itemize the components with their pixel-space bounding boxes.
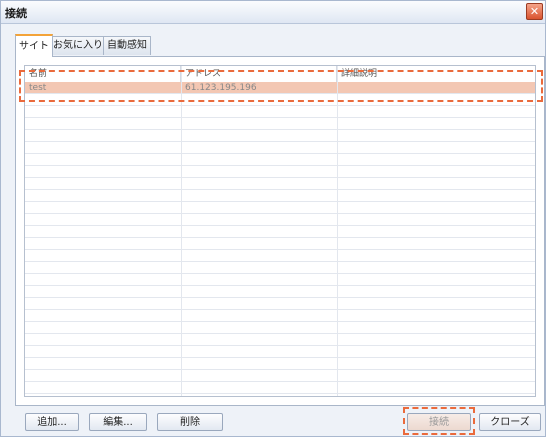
- title-bar: 接続 ✕: [1, 1, 545, 24]
- empty-row: [25, 238, 535, 250]
- tab-favorites[interactable]: お気に入り: [52, 36, 104, 55]
- empty-row: [25, 262, 535, 274]
- table-row[interactable]: test 61.123.195.196: [25, 82, 535, 94]
- edit-button[interactable]: 編集...: [89, 413, 147, 431]
- row-address: 61.123.195.196: [185, 83, 257, 93]
- empty-row: [25, 346, 535, 358]
- empty-row: [25, 286, 535, 298]
- column-divider: [181, 66, 182, 396]
- empty-row: [25, 226, 535, 238]
- column-header-name[interactable]: 名前: [25, 66, 181, 82]
- window-title: 接続: [5, 7, 27, 20]
- tab-auto-detect[interactable]: 自動感知: [103, 36, 151, 55]
- add-button[interactable]: 追加...: [25, 413, 79, 431]
- close-button[interactable]: クローズ: [479, 413, 541, 431]
- empty-row: [25, 130, 535, 142]
- empty-row: [25, 190, 535, 202]
- row-description: [337, 82, 535, 94]
- empty-row: [25, 166, 535, 178]
- tab-site[interactable]: サイト: [15, 34, 53, 57]
- empty-row: [25, 382, 535, 394]
- empty-row: [25, 106, 535, 118]
- empty-row: [25, 322, 535, 334]
- tab-panel: 名前 アドレス 詳細説明 test 61.123.195.196: [15, 56, 545, 406]
- row-name: test: [29, 83, 47, 93]
- empty-row: [25, 142, 535, 154]
- empty-row: [25, 178, 535, 190]
- empty-row: [25, 250, 535, 262]
- close-icon[interactable]: ✕: [526, 3, 543, 20]
- connect-button[interactable]: 接続: [407, 413, 471, 431]
- column-divider: [337, 66, 338, 396]
- empty-row: [25, 334, 535, 346]
- column-header-address[interactable]: アドレス: [181, 66, 337, 82]
- empty-row: [25, 202, 535, 214]
- empty-row: [25, 118, 535, 130]
- empty-row: [25, 298, 535, 310]
- site-list[interactable]: 名前 アドレス 詳細説明 test 61.123.195.196: [24, 65, 536, 397]
- empty-row: [25, 94, 535, 106]
- empty-row: [25, 214, 535, 226]
- empty-row: [25, 370, 535, 382]
- column-header-description[interactable]: 詳細説明: [337, 66, 535, 82]
- empty-row: [25, 310, 535, 322]
- empty-row: [25, 154, 535, 166]
- delete-button[interactable]: 削除: [157, 413, 223, 431]
- connect-dialog: 接続 ✕ サイト お気に入り 自動感知 名前 アドレス 詳細説明 test 61…: [0, 0, 546, 437]
- empty-row: [25, 274, 535, 286]
- empty-row: [25, 358, 535, 370]
